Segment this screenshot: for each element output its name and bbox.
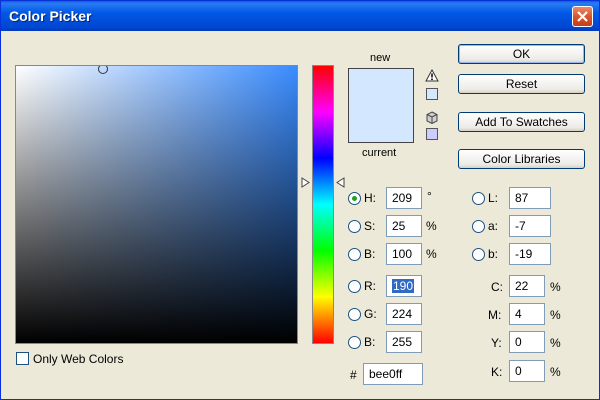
- green-label: G:: [364, 307, 377, 321]
- hue-label: H:: [364, 191, 376, 205]
- blue-radio[interactable]: [348, 336, 361, 349]
- ok-button[interactable]: OK: [458, 44, 585, 64]
- lab-b-radio[interactable]: [472, 248, 485, 261]
- hue-slider-right-arrow[interactable]: [336, 177, 345, 188]
- current-color-label: current: [362, 147, 397, 159]
- window-title: Color Picker: [9, 8, 92, 24]
- lab-a-label: a:: [488, 219, 499, 233]
- current-color-swatch[interactable]: [348, 106, 414, 143]
- saturation-input[interactable]: 25: [386, 215, 422, 237]
- close-button[interactable]: [572, 6, 593, 27]
- green-input[interactable]: 224: [386, 303, 422, 325]
- yellow-label: Y:: [491, 336, 502, 350]
- red-input-value: 190: [392, 279, 415, 293]
- brightness-unit: %: [426, 247, 437, 261]
- saturation-unit: %: [426, 219, 437, 233]
- black-label: K:: [491, 365, 503, 379]
- black-input[interactable]: 0: [509, 360, 545, 382]
- hue-slider[interactable]: [312, 65, 334, 344]
- green-radio[interactable]: [348, 308, 361, 321]
- lab-b-input[interactable]: -19: [509, 243, 551, 265]
- magenta-label: M:: [488, 308, 502, 322]
- cyan-unit: %: [550, 280, 561, 294]
- only-web-colors-checkbox[interactable]: [16, 352, 29, 365]
- cyan-input[interactable]: 22: [509, 275, 545, 297]
- hue-slider-left-arrow[interactable]: [301, 177, 310, 188]
- color-picker-window: Color Picker new current OK Reset Add To…: [0, 0, 600, 400]
- brightness-input[interactable]: 100: [386, 243, 422, 265]
- yellow-input[interactable]: 0: [509, 331, 545, 353]
- web-safe-swatch[interactable]: [426, 128, 438, 140]
- hue-input[interactable]: 209: [386, 187, 422, 209]
- black-unit: %: [550, 365, 561, 379]
- add-to-swatches-button[interactable]: Add To Swatches: [458, 112, 585, 132]
- blue-input[interactable]: 255: [386, 331, 422, 353]
- hex-input[interactable]: bee0ff: [363, 363, 423, 385]
- red-input[interactable]: 190: [386, 275, 422, 297]
- hex-label: #: [350, 368, 357, 382]
- color-libraries-button[interactable]: Color Libraries: [458, 149, 585, 169]
- lab-a-input[interactable]: -7: [509, 215, 551, 237]
- yellow-unit: %: [550, 336, 561, 350]
- new-color-label: new: [370, 52, 391, 64]
- hue-radio[interactable]: [348, 192, 361, 205]
- blue-label: B:: [364, 335, 376, 349]
- warning-triangle-icon[interactable]: [425, 69, 439, 82]
- red-radio[interactable]: [348, 280, 361, 293]
- title-bar[interactable]: Color Picker: [1, 1, 599, 31]
- reset-button[interactable]: Reset: [458, 74, 585, 94]
- lab-b-label: b:: [488, 247, 499, 261]
- cube-icon[interactable]: [425, 111, 439, 125]
- lab-l-input[interactable]: 87: [509, 187, 551, 209]
- magenta-unit: %: [550, 308, 561, 322]
- brightness-label: B:: [364, 247, 376, 261]
- close-icon: [577, 11, 588, 22]
- magenta-input[interactable]: 4: [509, 303, 545, 325]
- saturation-radio[interactable]: [348, 220, 361, 233]
- red-label: R:: [364, 279, 376, 293]
- lab-a-radio[interactable]: [472, 220, 485, 233]
- cyan-label: C:: [491, 280, 503, 294]
- lab-l-radio[interactable]: [472, 192, 485, 205]
- hue-unit: °: [427, 189, 432, 203]
- only-web-colors-label[interactable]: Only Web Colors: [33, 352, 123, 366]
- new-color-swatch: [348, 68, 414, 106]
- saturation-brightness-field[interactable]: [15, 65, 298, 344]
- lab-l-label: L:: [488, 191, 499, 205]
- saturation-label: S:: [364, 219, 376, 233]
- gamut-warning-swatch[interactable]: [426, 88, 438, 100]
- brightness-radio[interactable]: [348, 248, 361, 261]
